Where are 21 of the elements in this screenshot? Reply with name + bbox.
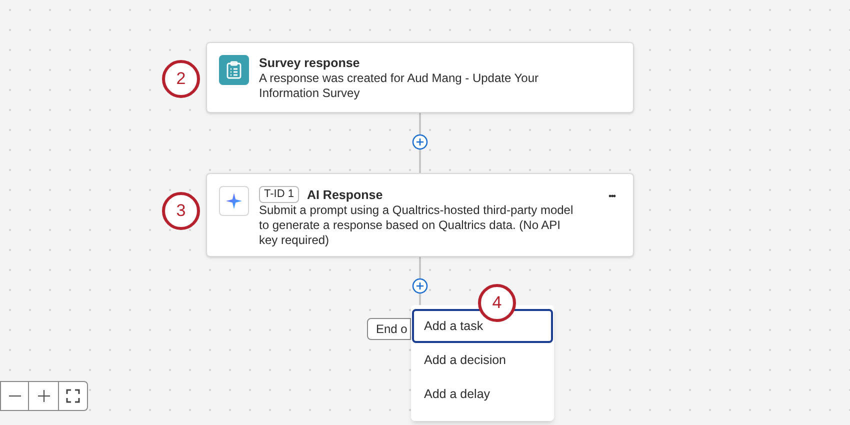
menu-item[interactable]: Add a decision <box>412 343 553 377</box>
menu-item[interactable]: Add a delay <box>412 377 553 411</box>
step-description: Submit a prompt using a Qualtrics-hosted third-party model to generate a response based on Qualtrics data. (No API key required) <box>259 203 574 248</box>
more-options-button[interactable]: ••• <box>608 192 615 201</box>
step-card[interactable]: T-ID 1 AI Response Submit a prompt using a Qualtrics-hosted third-party model to generate a response based on Qualtrics data. (No API key required) ••• <box>206 173 634 257</box>
step-title: AI Response <box>306 186 383 202</box>
add-step-icon[interactable] <box>412 134 428 150</box>
fullscreen-icon <box>66 389 80 403</box>
end-button[interactable]: End o <box>367 318 411 340</box>
step-description: A response was created for Aud Mang - Update Your Information Survey <box>259 71 540 101</box>
step-number: 4 <box>478 284 516 322</box>
step-card[interactable]: Survey response A response was created for Aud Mang - Update Your Information Survey <box>206 42 634 113</box>
clipboard-icon <box>219 55 249 85</box>
step-title: Survey response <box>259 55 360 71</box>
plus-icon <box>38 390 50 402</box>
minus-icon <box>8 395 20 397</box>
add-step-icon[interactable] <box>412 278 428 294</box>
sparkle-icon <box>219 186 249 216</box>
step-number: 3 <box>162 192 200 230</box>
step-number: 2 <box>162 60 200 98</box>
task-id-tag: T-ID 1 <box>259 186 299 203</box>
